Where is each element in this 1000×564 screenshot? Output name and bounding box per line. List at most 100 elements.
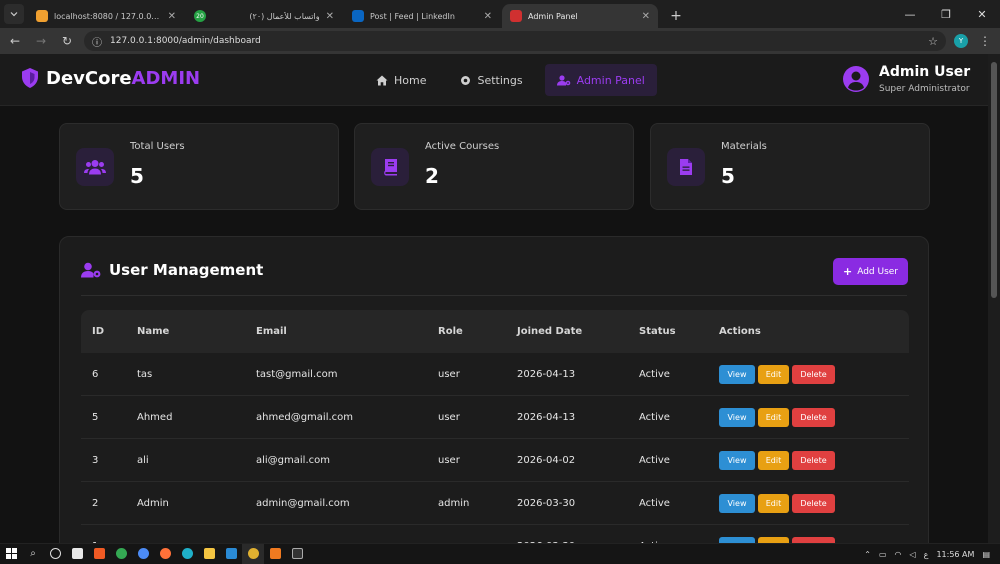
- delete-button[interactable]: Delete: [792, 451, 835, 470]
- cell-email: ahmed@gmail.com: [256, 412, 354, 423]
- clock[interactable]: 11:56 AM: [936, 550, 974, 559]
- task-view-icon[interactable]: [44, 544, 66, 564]
- cell-role: user: [438, 369, 460, 380]
- nav-settings[interactable]: Settings: [448, 64, 534, 96]
- browser-toolbar: ← → ↻ ⓘ 127.0.0.1:8000/admin/dashboard ☆…: [0, 28, 1000, 54]
- system-tray: ⌃ ▭ ◠ ◁ ع 11:56 AM ▤: [864, 544, 1000, 564]
- wifi-icon[interactable]: ◠: [895, 550, 902, 559]
- reload-icon[interactable]: ↻: [58, 32, 76, 50]
- cell-actions: View Edit Delete: [719, 482, 835, 525]
- browser-tab-admin-panel[interactable]: Admin Panel ✕: [502, 4, 658, 28]
- close-window-icon[interactable]: ✕: [964, 0, 1000, 28]
- view-button[interactable]: View: [719, 451, 755, 470]
- profile-avatar[interactable]: Y: [954, 34, 968, 48]
- stat-label: Active Courses: [425, 141, 500, 152]
- battery-icon[interactable]: ▭: [879, 550, 887, 559]
- cell-status: Active: [639, 412, 670, 423]
- view-button[interactable]: View: [719, 408, 755, 427]
- tab-search-button[interactable]: [4, 4, 24, 24]
- store-icon[interactable]: [66, 544, 88, 564]
- page-viewport: DevCoreADMIN Home Settings Admin Panel A…: [0, 54, 988, 543]
- add-user-button[interactable]: + Add User: [833, 258, 908, 285]
- windows-start-icon[interactable]: [0, 544, 22, 564]
- table-row: 2 Admin admin@gmail.com admin 2026-03-30…: [81, 482, 909, 525]
- view-button[interactable]: View: [719, 494, 755, 513]
- stat-card-materials: Materials 5: [650, 123, 930, 210]
- brand-logo[interactable]: DevCoreADMIN: [20, 67, 200, 89]
- scrollbar-thumb[interactable]: [991, 62, 997, 298]
- table-row: 1 2026-03-30 Active View Edit Delete: [81, 525, 909, 543]
- chrome-alt-icon[interactable]: [132, 544, 154, 564]
- nav-home[interactable]: Home: [364, 64, 438, 96]
- cell-joined: 2026-03-30: [517, 498, 576, 509]
- stat-icon-box: [371, 148, 409, 186]
- user-role: Super Administrator: [879, 84, 970, 94]
- column-header: Joined Date: [517, 326, 583, 337]
- edit-button[interactable]: Edit: [758, 451, 789, 470]
- menu-kebab-icon[interactable]: ⋮: [976, 32, 994, 50]
- terminal-icon[interactable]: [286, 544, 308, 564]
- browser-tab-phpmyadmin[interactable]: localhost:8080 / 127.0.0.1 / ski ✕: [28, 4, 184, 28]
- browser-tab-linkedin[interactable]: Post | Feed | LinkedIn ✕: [344, 4, 500, 28]
- edge-icon[interactable]: [176, 544, 198, 564]
- cell-id: 3: [92, 455, 99, 466]
- stat-card-active-courses: Active Courses 2: [354, 123, 634, 210]
- cell-id: 5: [92, 412, 99, 423]
- view-button[interactable]: View: [719, 365, 755, 384]
- forward-icon[interactable]: →: [32, 32, 50, 50]
- close-icon[interactable]: ✕: [642, 11, 650, 22]
- chevron-up-icon[interactable]: ⌃: [864, 550, 871, 559]
- chrome-icon[interactable]: [110, 544, 132, 564]
- search-icon[interactable]: ⌕: [22, 544, 44, 564]
- users-table: ID Name Email Role Joined Date Status Ac…: [81, 310, 909, 543]
- xampp-icon[interactable]: [264, 544, 286, 564]
- brave-icon[interactable]: [88, 544, 110, 564]
- edit-button[interactable]: Edit: [758, 365, 789, 384]
- column-header: Status: [639, 326, 676, 337]
- cell-id: 6: [92, 369, 99, 380]
- nav-admin-panel[interactable]: Admin Panel: [544, 64, 657, 96]
- whatsapp-favicon-icon: 20: [194, 10, 206, 22]
- close-icon[interactable]: ✕: [484, 11, 492, 22]
- address-bar[interactable]: ⓘ 127.0.0.1:8000/admin/dashboard ☆: [84, 31, 946, 51]
- close-icon[interactable]: ✕: [326, 11, 334, 22]
- close-icon[interactable]: ✕: [168, 11, 176, 22]
- restore-icon[interactable]: ❐: [928, 0, 964, 28]
- bookmark-star-icon[interactable]: ☆: [928, 35, 938, 48]
- edit-button[interactable]: Edit: [758, 494, 789, 513]
- cell-actions: View Edit Delete: [719, 353, 835, 396]
- vscode-icon[interactable]: [220, 544, 242, 564]
- browser-tab-whatsapp[interactable]: 20 (٢٠) واتساب للأعمال ✕: [186, 4, 342, 28]
- firefox-icon[interactable]: [154, 544, 176, 564]
- file-explorer-icon[interactable]: [198, 544, 220, 564]
- linkedin-favicon-icon: [352, 10, 364, 22]
- new-tab-button[interactable]: +: [666, 8, 686, 24]
- nav-settings-label: Settings: [477, 73, 523, 87]
- book-icon: [383, 159, 397, 176]
- cell-joined: 2026-04-02: [517, 455, 576, 466]
- cell-joined: 2026-04-13: [517, 369, 576, 380]
- cell-role: admin: [438, 498, 470, 509]
- brand-name: DevCoreADMIN: [46, 67, 201, 89]
- chrome-active-icon[interactable]: [242, 543, 264, 564]
- minimize-icon[interactable]: —: [892, 0, 928, 28]
- tab-label: Admin Panel: [528, 11, 578, 21]
- users-icon: [84, 160, 106, 175]
- user-profile[interactable]: Admin User Super Administrator: [843, 64, 970, 94]
- stat-card-total-users: Total Users 5: [59, 123, 339, 210]
- stat-icon-box: [667, 148, 705, 186]
- tab-label: Post | Feed | LinkedIn: [370, 11, 455, 21]
- page-scrollbar[interactable]: [988, 54, 1000, 543]
- edit-button[interactable]: Edit: [758, 408, 789, 427]
- delete-button[interactable]: Delete: [792, 365, 835, 384]
- user-avatar-icon: [843, 66, 869, 92]
- delete-button[interactable]: Delete: [792, 408, 835, 427]
- delete-button[interactable]: Delete: [792, 494, 835, 513]
- notification-icon[interactable]: ▤: [982, 550, 990, 559]
- nav-admin-panel-label: Admin Panel: [576, 73, 645, 87]
- back-icon[interactable]: ←: [6, 32, 24, 50]
- user-name: Admin User: [879, 64, 971, 80]
- site-info-icon[interactable]: ⓘ: [92, 34, 102, 49]
- language-indicator[interactable]: ع: [924, 550, 929, 559]
- volume-icon[interactable]: ◁: [910, 550, 916, 559]
